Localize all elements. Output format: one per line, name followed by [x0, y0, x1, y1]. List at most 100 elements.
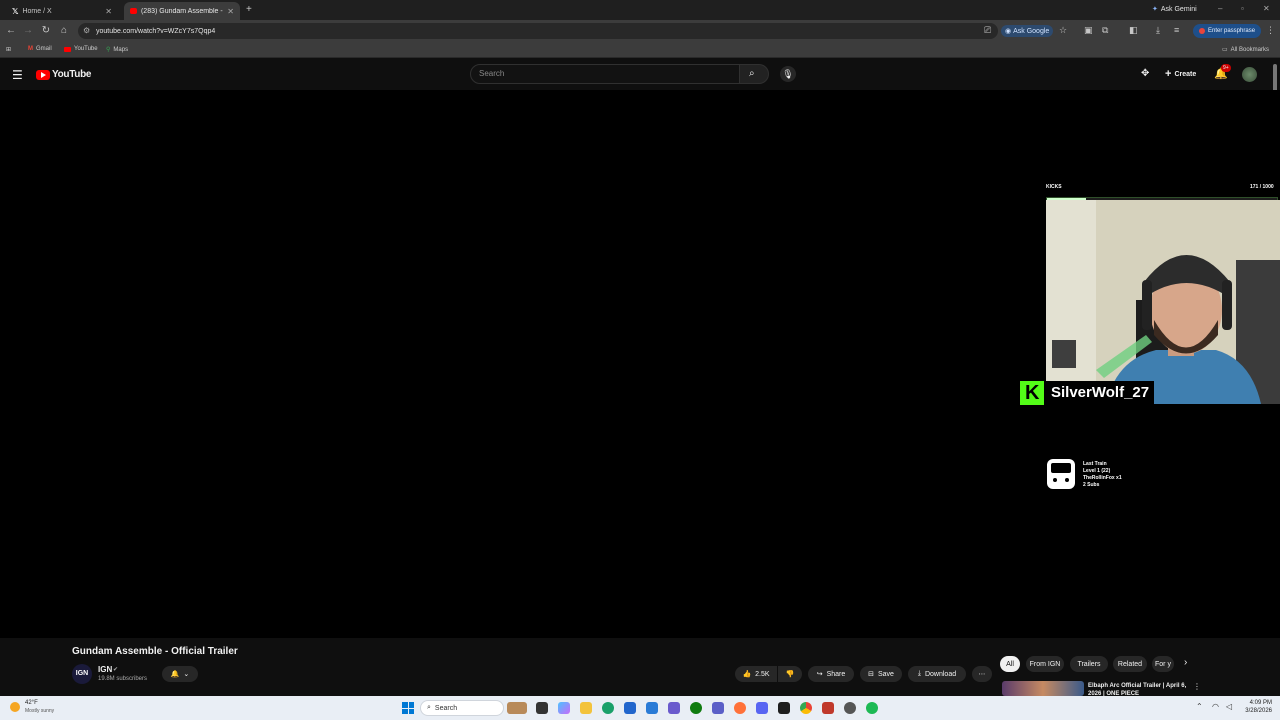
site-info-icon[interactable]: ⚙	[83, 26, 90, 35]
clock-date: 3/28/2026	[1245, 708, 1272, 714]
streamer-image	[1046, 200, 1280, 404]
video-title: Gundam Assemble - Official Trailer	[72, 646, 238, 657]
bookmark-gmail[interactable]: M Gmail	[28, 46, 52, 52]
tab-title: (283) Gundam Assemble - Offi	[140, 7, 223, 15]
search-input[interactable]: Search	[470, 64, 740, 84]
more-menu-icon[interactable]: ⋮	[1266, 25, 1275, 36]
home-icon[interactable]: ⌂	[58, 25, 70, 37]
chip-for-you[interactable]: For y	[1152, 656, 1174, 672]
extension-bolt-icon[interactable]: ✥	[1141, 68, 1149, 79]
show-hidden-icons[interactable]: ⌃	[1196, 702, 1203, 711]
bookmark-star-icon[interactable]: ☆	[1059, 25, 1067, 36]
subscribed-bell-button[interactable]: 🔔 ⌄	[162, 666, 198, 682]
reload-icon[interactable]: ↻	[40, 25, 52, 37]
task-view-icon[interactable]	[536, 702, 548, 714]
terminal-icon[interactable]	[778, 702, 790, 714]
taskbar-search[interactable]: ⌕ Search	[420, 700, 504, 716]
bookmark-label: Maps	[113, 46, 129, 53]
tab-youtube-video[interactable]: (283) Gundam Assemble - Offi ✕	[124, 2, 240, 20]
forward-icon[interactable]: →	[22, 25, 34, 37]
ask-gemini-button[interactable]: ✦ Ask Gemini	[1152, 5, 1197, 14]
maximize-icon[interactable]: ▫	[1241, 4, 1244, 13]
outlook-icon[interactable]	[624, 702, 636, 714]
hamburger-menu-icon[interactable]: ☰	[12, 68, 23, 82]
apps-grid-icon[interactable]: ⊞	[6, 46, 11, 53]
spotify-icon[interactable]	[866, 702, 878, 714]
all-bookmarks-label: All Bookmarks	[1230, 46, 1270, 53]
youtube-favicon-icon	[130, 8, 137, 14]
search-icon: ⌕	[749, 68, 755, 79]
settings-gear-icon[interactable]	[844, 702, 856, 714]
extension-icon[interactable]: ▣	[1084, 25, 1093, 36]
browser-tab-bar: 𝕏 Home / X ✕ (283) Gundam Assemble - Off…	[0, 0, 1280, 20]
new-tab-icon[interactable]: +	[246, 4, 252, 15]
back-icon[interactable]: ←	[5, 25, 17, 37]
search-button[interactable]: ⌕	[739, 64, 769, 84]
channel-avatar[interactable]: IGN	[72, 664, 92, 684]
ask-google-button[interactable]: ◉ Ask Google	[1001, 25, 1054, 37]
chevron-right-icon[interactable]: ›	[1184, 657, 1187, 668]
save-button[interactable]: ⊟ Save	[860, 666, 902, 682]
chip-related[interactable]: Related	[1113, 656, 1147, 672]
dislike-button[interactable]: 👎	[778, 666, 802, 682]
taskbar-search-label: Search	[434, 704, 458, 712]
store-icon[interactable]	[646, 702, 658, 714]
youtube-logo[interactable]: YouTube	[36, 69, 92, 80]
puzzle-icon[interactable]: ⧉	[1102, 25, 1108, 36]
edge-icon[interactable]	[602, 702, 614, 714]
like-button[interactable]: 👍 2.5K	[735, 666, 777, 682]
tab-x-home[interactable]: 𝕏 Home / X ✕	[6, 2, 118, 20]
maps-pin-icon: ⚲	[106, 47, 111, 53]
file-explorer-icon[interactable]	[580, 702, 592, 714]
app-icon[interactable]	[668, 702, 680, 714]
voice-search-icon[interactable]: 🎙	[780, 66, 796, 82]
volume-icon[interactable]: ◁	[1226, 702, 1232, 711]
chip-all[interactable]: All	[1000, 656, 1020, 672]
channel-name[interactable]: IGN	[98, 665, 112, 674]
close-tab-icon[interactable]: ✕	[105, 7, 112, 16]
bookmark-maps[interactable]: ⚲ Maps	[106, 46, 129, 54]
cast-icon[interactable]: ⎚	[984, 25, 991, 36]
related-video-title[interactable]: Elbaph Arc Official Trailer | April 6, 2…	[1088, 682, 1192, 696]
weather-temp[interactable]: 42°F	[25, 700, 38, 706]
chrome-icon[interactable]	[800, 702, 812, 714]
save-label: Save	[877, 670, 894, 678]
firefox-icon[interactable]	[734, 702, 746, 714]
windows-start-icon[interactable]	[402, 702, 414, 714]
network-wifi-icon[interactable]: ◠	[1212, 702, 1219, 711]
close-window-icon[interactable]: ✕	[1263, 4, 1270, 13]
chip-from-ign[interactable]: From IGN	[1026, 656, 1064, 672]
red-app-icon[interactable]	[822, 702, 834, 714]
copilot-icon[interactable]	[558, 702, 570, 714]
xbox-icon[interactable]	[690, 702, 702, 714]
weather-sun-icon[interactable]	[10, 702, 20, 712]
sync-error-icon	[1199, 28, 1205, 34]
share-button[interactable]: ↪ Share	[808, 666, 854, 682]
bookmark-youtube[interactable]: YouTube	[64, 46, 98, 52]
more-actions-button[interactable]: ⋯	[972, 666, 992, 682]
create-button[interactable]: + Create	[1161, 66, 1200, 82]
chip-trailers[interactable]: Trailers	[1070, 656, 1108, 672]
related-more-icon[interactable]: ⋮	[1193, 682, 1201, 691]
teams-icon[interactable]	[712, 702, 724, 714]
download-icon[interactable]: ⤓	[1156, 25, 1160, 36]
media-icon[interactable]: ≡	[1174, 25, 1179, 35]
clock-time[interactable]: 4:09 PM	[1238, 700, 1272, 706]
all-bookmarks-button[interactable]: ▭ All Bookmarks	[1222, 46, 1270, 54]
related-thumbnail[interactable]	[1002, 681, 1084, 696]
passphrase-button[interactable]: Enter passphrase	[1193, 24, 1262, 38]
address-bar[interactable]: ⚙ youtube.com/watch?v=WZcY7s7Qqp4	[78, 23, 998, 39]
train-title: Last Train	[1083, 461, 1107, 467]
bell-icon: 🔔	[170, 671, 180, 678]
gmail-icon: M	[28, 46, 33, 52]
download-button[interactable]: ⤓ Download	[908, 666, 966, 682]
minimize-icon[interactable]: –	[1218, 4, 1222, 13]
side-panel-icon[interactable]: ◧	[1129, 25, 1138, 36]
avatar[interactable]	[1242, 67, 1257, 82]
train-subs: 2 Subs	[1083, 482, 1100, 488]
share-label: Share	[826, 670, 846, 678]
close-tab-icon[interactable]: ✕	[227, 7, 234, 16]
weather-desc: Mostly sunny	[25, 708, 55, 714]
search-highlight-icon[interactable]	[507, 702, 527, 714]
discord-icon[interactable]	[756, 702, 768, 714]
